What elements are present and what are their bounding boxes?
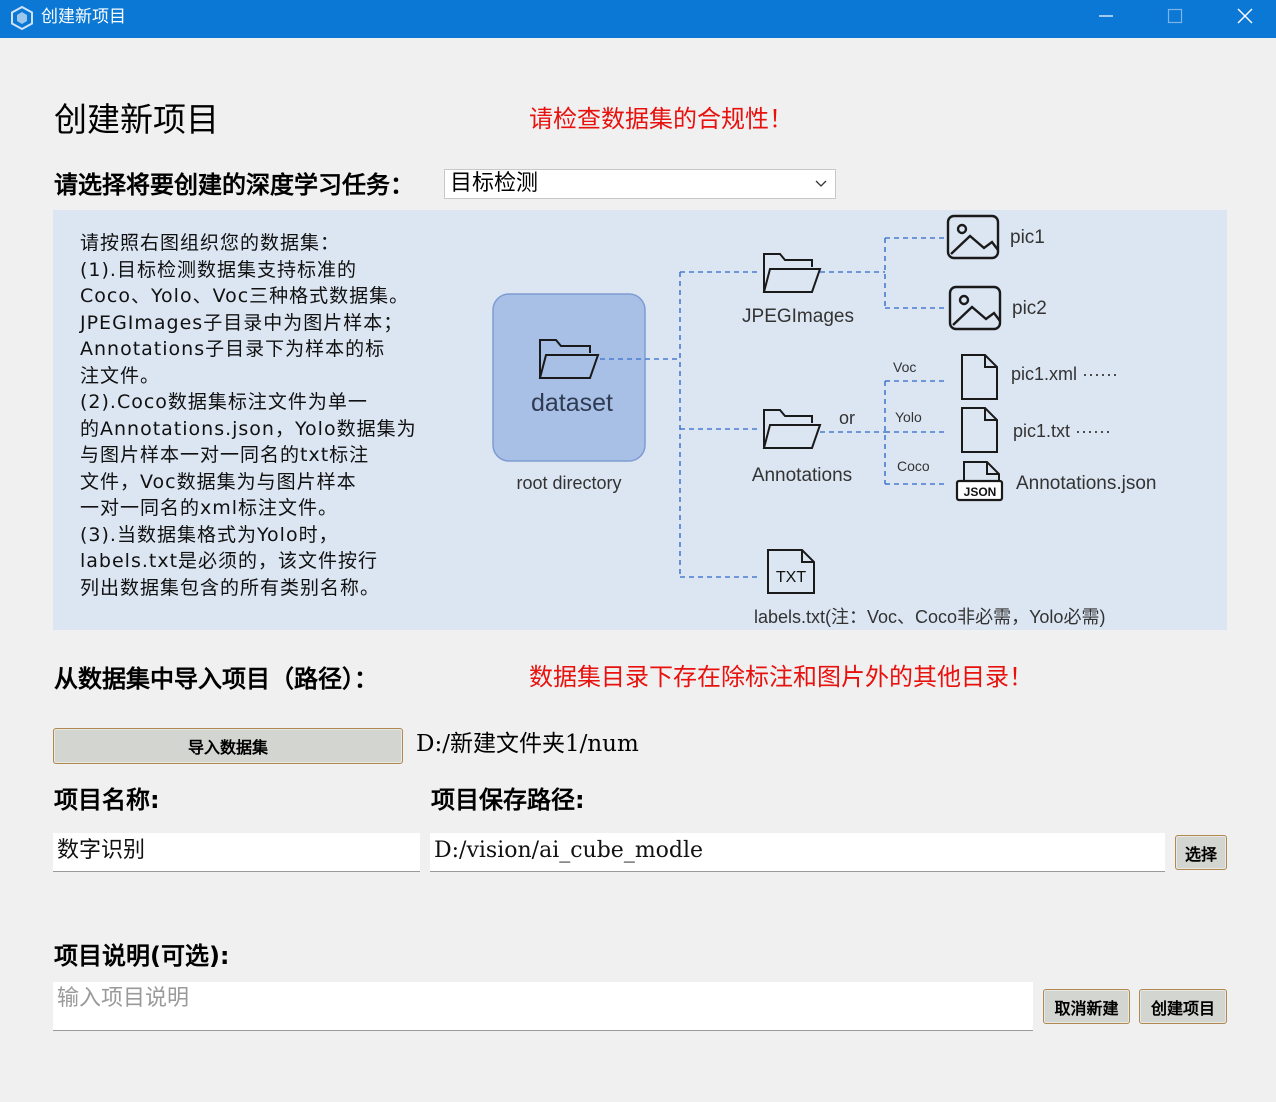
- coco-label: Coco: [897, 458, 930, 474]
- project-name-input[interactable]: 数字识别: [53, 833, 420, 872]
- xml-file-icon: [961, 354, 998, 400]
- window-title: 创建新项目: [41, 7, 126, 27]
- chevron-down-icon: [815, 180, 827, 187]
- image-file-icon: [948, 285, 1002, 331]
- minimize-button[interactable]: [1081, 0, 1131, 32]
- description-label: 项目说明(可选):: [54, 942, 230, 970]
- labels-note: labels.txt(注：Voc、Coco非必需，Yolo必需): [754, 607, 1105, 627]
- image-file-icon: [946, 214, 1000, 260]
- task-select[interactable]: 目标检测: [444, 169, 836, 199]
- voc-label: Voc: [893, 359, 916, 375]
- json-badge: JSON: [964, 485, 997, 499]
- task-label: 请选择将要创建的深度学习任务：: [54, 171, 414, 199]
- description-input[interactable]: 输入项目说明: [53, 982, 1033, 1031]
- dataset-guide-text: 请按照右图组织您的数据集： (1).目标检测数据集支持标准的 Coco、Yolo…: [80, 232, 417, 599]
- json-file-label: Annotations.json: [1016, 473, 1157, 494]
- labels-txt-icon: TXT: [767, 549, 815, 594]
- pic1-label: pic1: [1010, 227, 1045, 248]
- maximize-button[interactable]: [1150, 0, 1200, 32]
- annotations-label: Annotations: [752, 465, 852, 486]
- task-select-value: 目标检测: [450, 171, 539, 196]
- cancel-button[interactable]: 取消新建: [1043, 989, 1130, 1024]
- json-file-icon: JSON: [955, 461, 1004, 502]
- import-path: D:/新建文件夹1/num: [416, 731, 639, 757]
- txt-badge: TXT: [776, 569, 806, 586]
- title-bar: 创建新项目: [0, 0, 1276, 38]
- close-icon: [1237, 8, 1253, 24]
- import-dataset-button[interactable]: 导入数据集: [53, 728, 403, 764]
- save-path-label: 项目保存路径:: [431, 786, 585, 814]
- root-caption: root directory: [516, 473, 621, 493]
- or-label: or: [839, 408, 855, 428]
- dataset-directory-warning: 数据集目录下存在除标注和图片外的其他目录！: [529, 663, 1033, 691]
- dataset-structure-diagram: dataset root directory JPEGImages pic1 p…: [492, 214, 1157, 627]
- choose-path-button[interactable]: 选择: [1175, 835, 1227, 870]
- page-title: 创建新项目: [54, 100, 219, 139]
- jpegimages-label: JPEGImages: [742, 306, 854, 327]
- yolo-label: Yolo: [895, 409, 922, 425]
- xml-file-label: pic1.xml ······: [1011, 364, 1118, 384]
- app-cube-icon: [11, 6, 33, 30]
- jpegimages-folder-icon: [762, 253, 822, 293]
- root-label: dataset: [531, 389, 613, 417]
- project-name-label: 项目名称:: [54, 786, 160, 814]
- txt-file-label: pic1.txt ······: [1013, 421, 1111, 441]
- compliance-warning: 请检查数据集的合规性！: [529, 105, 793, 133]
- close-button[interactable]: [1220, 0, 1270, 32]
- save-path-input[interactable]: D:/vision/ai_cube_modle: [430, 833, 1165, 872]
- import-label: 从数据集中导入项目（路径）：: [54, 665, 378, 693]
- create-project-button[interactable]: 创建项目: [1139, 989, 1227, 1024]
- minimize-icon: [1099, 15, 1113, 17]
- maximize-icon: [1167, 8, 1183, 24]
- annotations-folder-icon: [762, 409, 822, 449]
- txt-file-icon: [961, 407, 998, 453]
- pic2-label: pic2: [1012, 298, 1047, 319]
- dashed-connectors: [600, 237, 948, 578]
